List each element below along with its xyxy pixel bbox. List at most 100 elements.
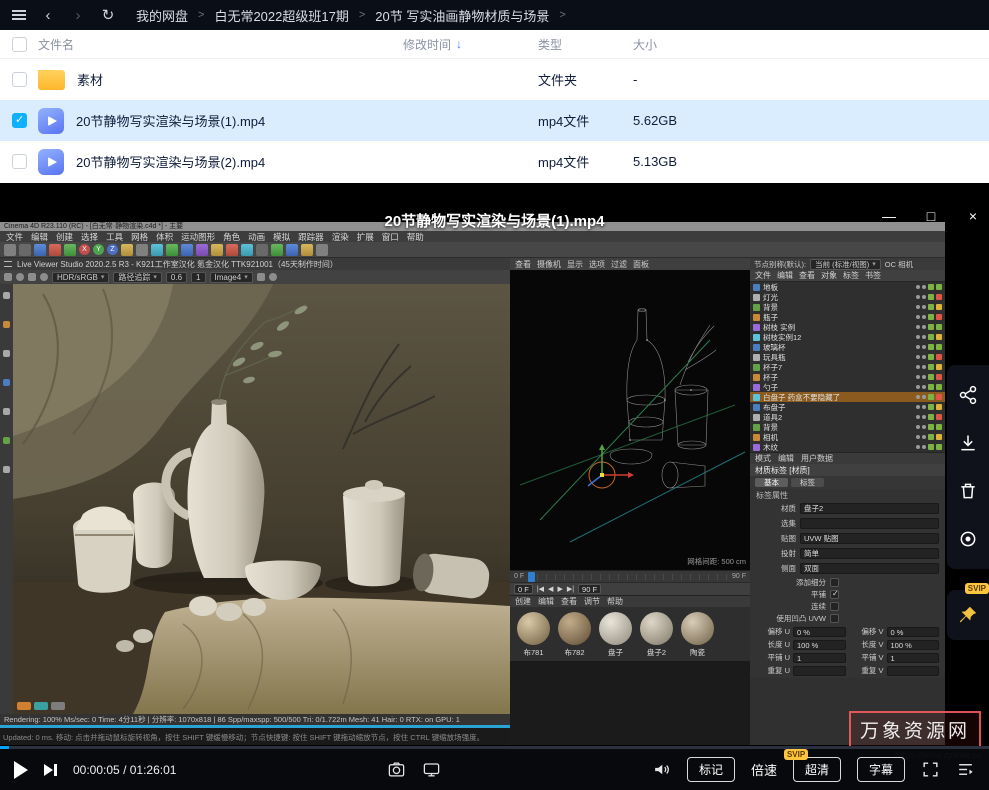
video-file-icon bbox=[38, 149, 64, 175]
close-button[interactable]: × bbox=[961, 207, 985, 225]
render-view-icon bbox=[136, 244, 148, 256]
record-icon[interactable] bbox=[958, 529, 978, 549]
row-checkbox[interactable] bbox=[12, 113, 27, 128]
select-all-checkbox[interactable] bbox=[12, 37, 27, 52]
wireframe-view bbox=[510, 270, 750, 570]
file-name: 素材 bbox=[77, 70, 103, 89]
file-row-folder[interactable]: 素材 文件夹 - bbox=[0, 59, 989, 100]
render-settings-icon bbox=[151, 244, 163, 256]
screenshot-icon[interactable] bbox=[387, 760, 406, 779]
chevron-down-icon: ▾ bbox=[101, 273, 105, 282]
volume-icon[interactable] bbox=[652, 760, 671, 779]
picker-icon bbox=[257, 273, 265, 281]
object-icon bbox=[753, 324, 760, 331]
coord-field: 1 bbox=[887, 653, 940, 663]
render-progress-bar bbox=[0, 725, 510, 728]
fullscreen-icon[interactable] bbox=[921, 760, 940, 779]
column-header-modified[interactable]: 修改时间 bbox=[403, 36, 451, 53]
side-action-bar bbox=[947, 365, 989, 569]
om-menu-item: 书签 bbox=[865, 270, 881, 281]
node-space-dropdown: 当前 (标准/视图) ▾ bbox=[810, 259, 881, 270]
c4d-menu: 体积 bbox=[156, 231, 173, 242]
video-frame[interactable]: Cinema 4D R23.110 (RC) - [白无常·静物渲染.c4d *… bbox=[0, 222, 945, 745]
c4d-menu: 编辑 bbox=[31, 231, 48, 242]
seek-bar[interactable] bbox=[0, 746, 989, 749]
object-icon bbox=[753, 404, 760, 411]
row-checkbox[interactable] bbox=[12, 154, 27, 169]
object-row: 树枝 实例 bbox=[750, 322, 945, 332]
go-to-start-icon: |◀ bbox=[537, 586, 544, 593]
material-menu-item: 编辑 bbox=[538, 596, 554, 607]
still-life-render bbox=[13, 284, 510, 714]
material-thumbnails: 布781 布782 盘子 盘子2 bbox=[510, 607, 750, 661]
column-header-type[interactable]: 类型 bbox=[538, 36, 633, 53]
next-button[interactable] bbox=[44, 764, 57, 776]
coord-system-icon bbox=[121, 244, 133, 256]
coord-field: 0 % bbox=[793, 627, 846, 637]
om-menu-item: 文件 bbox=[755, 270, 771, 281]
object-row: 玩具瓶 bbox=[750, 352, 945, 362]
live-viewer-header: Live Viewer Studio 2020.2.5 R3 - K921工作室… bbox=[0, 258, 510, 270]
checkbox bbox=[830, 602, 839, 611]
object-icon bbox=[753, 354, 760, 361]
sort-desc-icon[interactable]: ↓ bbox=[456, 37, 462, 51]
download-icon[interactable] bbox=[958, 433, 978, 453]
breadcrumb-item-lesson[interactable]: 20节 写实油画静物材质与场景 bbox=[375, 6, 549, 25]
row-checkbox[interactable] bbox=[12, 72, 27, 87]
pin-panel[interactable]: SVIP bbox=[947, 590, 989, 640]
svip-badge: SVIP bbox=[965, 583, 989, 594]
play-button[interactable] bbox=[14, 761, 28, 779]
checkbox-checked bbox=[830, 590, 839, 599]
delete-icon[interactable] bbox=[958, 481, 978, 501]
speed-button[interactable]: 倍速 bbox=[751, 760, 777, 779]
object-list: 地板 灯光 背景 瓶子 树枝 实例 树枝实例12 玻璃杯 玩具瓶 杯子7 杯子 … bbox=[750, 282, 945, 452]
environment-icon bbox=[241, 244, 253, 256]
c4d-menu: 窗口 bbox=[382, 231, 399, 242]
minimize-button[interactable]: — bbox=[877, 207, 901, 225]
lut-chip bbox=[34, 702, 48, 710]
attribute-value-field bbox=[800, 518, 939, 529]
file-name: 20节静物写实渲染与场景(1).mp4 bbox=[76, 111, 265, 130]
c4d-menu: 角色 bbox=[223, 231, 240, 242]
maximize-button[interactable]: □ bbox=[919, 207, 943, 225]
attribute-value-field: 简单 bbox=[800, 548, 939, 559]
file-row-video-1[interactable]: 20节静物写实渲染与场景(1).mp4 mp4文件 5.62GB bbox=[0, 100, 989, 141]
axis-z-lock-icon: Z bbox=[107, 244, 118, 255]
video-player: 20节静物写实渲染与场景(1).mp4 — □ × Cinema 4D R23.… bbox=[0, 183, 989, 790]
playlist-icon[interactable] bbox=[956, 760, 975, 779]
object-icon bbox=[753, 314, 760, 321]
material-sphere-icon bbox=[517, 612, 550, 645]
object-row: 树枝实例12 bbox=[750, 332, 945, 342]
folder-icon bbox=[38, 70, 65, 90]
sidebar-toggle-icon[interactable] bbox=[12, 10, 26, 20]
attribute-row: 投射 简单 bbox=[750, 546, 945, 561]
viewport-tab: 显示 bbox=[567, 259, 583, 270]
subtitle-button[interactable]: 字幕 bbox=[857, 757, 905, 782]
material-label: 布781 bbox=[523, 647, 543, 658]
lut-chips bbox=[17, 702, 65, 710]
column-header-name[interactable]: 文件名 bbox=[38, 36, 403, 53]
breadcrumb-item-root[interactable]: 我的网盘 bbox=[136, 6, 188, 25]
column-header-size[interactable]: 大小 bbox=[633, 36, 989, 53]
breadcrumb-item-course[interactable]: 白无常2022超级班17期 bbox=[214, 6, 348, 25]
forward-icon[interactable]: › bbox=[70, 8, 86, 23]
back-icon[interactable]: ‹ bbox=[40, 8, 56, 23]
rotate-tool-icon bbox=[64, 244, 76, 256]
c4d-menu: 渲染 bbox=[332, 231, 349, 242]
attribute-row: 侧面 双面 bbox=[750, 561, 945, 576]
file-row-video-2[interactable]: 20节静物写实渲染与场景(2).mp4 mp4文件 5.13GB bbox=[0, 141, 989, 182]
object-icon bbox=[753, 364, 760, 371]
attribute-check-row: 连续 bbox=[750, 600, 945, 612]
refresh-icon[interactable]: ↻ bbox=[100, 8, 116, 23]
attribute-row: 贴图 UVW 贴图 bbox=[750, 531, 945, 546]
viewer-hint-text: Updated: 0 ms. 移动: 点击并拖动鼠标旋转视角，按住 SHIFT … bbox=[3, 732, 723, 743]
cast-icon[interactable] bbox=[422, 760, 441, 779]
share-icon[interactable] bbox=[958, 385, 978, 405]
object-manager-menu: 文件 编辑 查看 对象 标签 书签 bbox=[750, 270, 945, 282]
exposure-field: 0.6 bbox=[166, 272, 187, 283]
file-type: mp4文件 bbox=[538, 111, 633, 130]
quality-button[interactable]: SVIP 超清 bbox=[793, 757, 841, 782]
object-icon bbox=[753, 414, 760, 421]
c4d-menu: 工具 bbox=[106, 231, 123, 242]
mark-button[interactable]: 标记 bbox=[687, 757, 735, 782]
